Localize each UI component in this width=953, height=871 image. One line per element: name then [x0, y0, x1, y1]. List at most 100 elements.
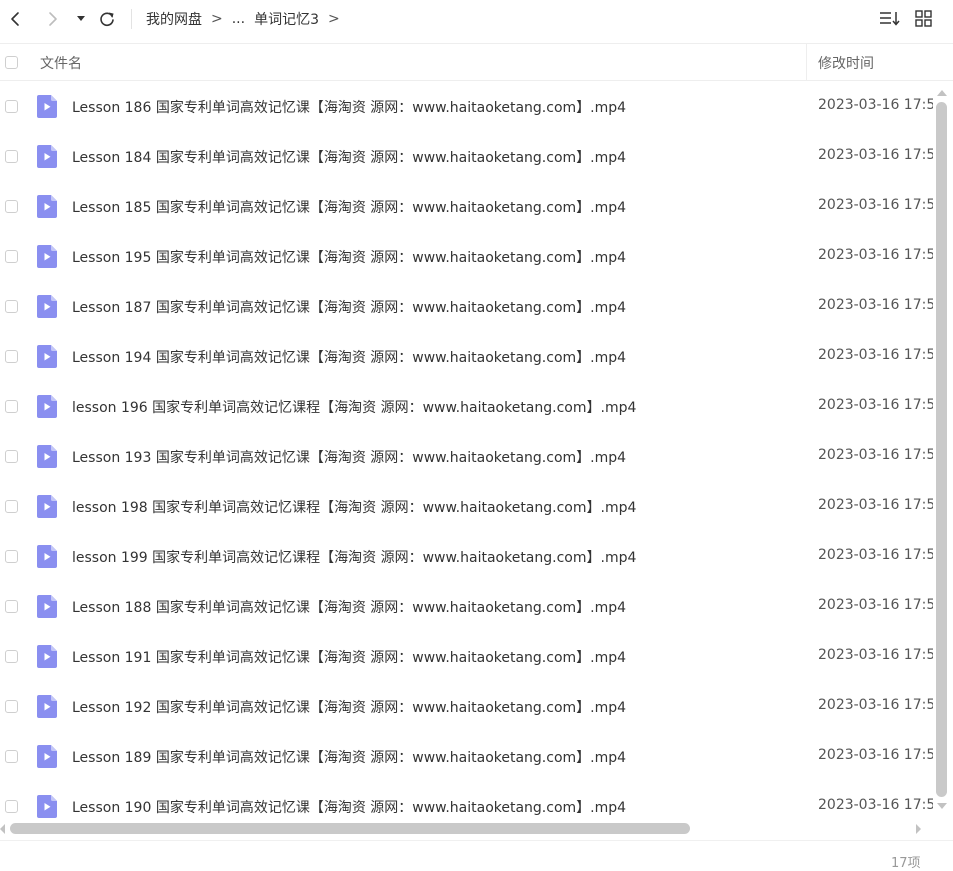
- file-name[interactable]: Lesson 185 国家专利单词高效记忆课【海淘资 源网：www.haitao…: [72, 197, 626, 217]
- back-button[interactable]: [6, 8, 24, 30]
- video-file-icon: [37, 395, 57, 418]
- status-bar: 17项: [0, 840, 953, 871]
- column-header-name[interactable]: 文件名: [40, 53, 82, 73]
- video-file-icon: [37, 795, 57, 818]
- row-checkbox[interactable]: [5, 500, 18, 513]
- file-modified-time: 2023-03-16 17:5: [818, 797, 933, 813]
- list-header: 文件名 修改时间: [0, 43, 953, 81]
- file-row[interactable]: Lesson 192 国家专利单词高效记忆课【海淘资 源网：www.haitao…: [0, 682, 933, 732]
- file-name[interactable]: lesson 199 国家专利单词高效记忆课程【海淘资 源网：www.haita…: [72, 547, 636, 567]
- file-name[interactable]: Lesson 188 国家专利单词高效记忆课【海淘资 源网：www.haitao…: [72, 597, 626, 617]
- scroll-up-arrow[interactable]: [937, 90, 947, 96]
- horizontal-scroll-thumb[interactable]: [10, 823, 690, 834]
- video-file-icon: [37, 445, 57, 468]
- breadcrumb-root[interactable]: 我的网盘: [146, 9, 202, 29]
- row-checkbox[interactable]: [5, 550, 18, 563]
- breadcrumb-current[interactable]: 单词记忆3: [254, 9, 319, 29]
- file-name[interactable]: Lesson 195 国家专利单词高效记忆课【海淘资 源网：www.haitao…: [72, 247, 626, 267]
- row-checkbox[interactable]: [5, 400, 18, 413]
- file-name[interactable]: Lesson 193 国家专利单词高效记忆课【海淘资 源网：www.haitao…: [72, 447, 626, 467]
- file-name[interactable]: lesson 198 国家专利单词高效记忆课程【海淘资 源网：www.haita…: [72, 497, 636, 517]
- row-checkbox[interactable]: [5, 200, 18, 213]
- file-modified-time: 2023-03-16 17:5: [818, 97, 933, 113]
- file-row[interactable]: Lesson 185 国家专利单词高效记忆课【海淘资 源网：www.haitao…: [0, 182, 933, 232]
- video-file-icon: [37, 595, 57, 618]
- row-checkbox[interactable]: [5, 700, 18, 713]
- vertical-scroll-thumb[interactable]: [936, 102, 947, 797]
- file-name[interactable]: Lesson 189 国家专利单词高效记忆课【海淘资 源网：www.haitao…: [72, 747, 626, 767]
- video-file-icon: [37, 745, 57, 768]
- file-row[interactable]: Lesson 184 国家专利单词高效记忆课【海淘资 源网：www.haitao…: [0, 132, 933, 182]
- file-modified-time: 2023-03-16 17:5: [818, 697, 933, 713]
- item-count: 17项: [891, 856, 921, 871]
- file-browser-window: 我的网盘 > ... 单词记忆3 > 文件名 修改时间 Lesson 186 国…: [0, 0, 953, 871]
- breadcrumb-ellipsis[interactable]: ...: [232, 11, 245, 27]
- row-checkbox[interactable]: [5, 650, 18, 663]
- file-modified-time: 2023-03-16 17:5: [818, 747, 933, 763]
- breadcrumb: 我的网盘 > ... 单词记忆3 >: [146, 9, 349, 29]
- file-name[interactable]: Lesson 184 国家专利单词高效记忆课【海淘资 源网：www.haitao…: [72, 147, 626, 167]
- file-row[interactable]: Lesson 186 国家专利单词高效记忆课【海淘资 源网：www.haitao…: [0, 82, 933, 132]
- row-checkbox[interactable]: [5, 800, 18, 813]
- scroll-right-arrow[interactable]: [916, 824, 921, 834]
- column-resize-handle[interactable]: [806, 44, 807, 81]
- file-modified-time: 2023-03-16 17:5: [818, 297, 933, 313]
- scroll-left-arrow[interactable]: [0, 824, 5, 834]
- row-checkbox[interactable]: [5, 750, 18, 763]
- row-checkbox[interactable]: [5, 250, 18, 263]
- chevron-right-icon: [49, 12, 57, 26]
- row-checkbox[interactable]: [5, 150, 18, 163]
- file-row[interactable]: Lesson 191 国家专利单词高效记忆课【海淘资 源网：www.haitao…: [0, 632, 933, 682]
- file-row[interactable]: lesson 198 国家专利单词高效记忆课程【海淘资 源网：www.haita…: [0, 482, 933, 532]
- file-row[interactable]: Lesson 194 国家专利单词高效记忆课【海淘资 源网：www.haitao…: [0, 332, 933, 382]
- breadcrumb-separator: >: [211, 11, 223, 27]
- video-file-icon: [37, 195, 57, 218]
- file-modified-time: 2023-03-16 17:5: [818, 197, 933, 213]
- file-row[interactable]: lesson 196 国家专利单词高效记忆课程【海淘资 源网：www.haita…: [0, 382, 933, 432]
- caret-down-icon: [77, 16, 85, 21]
- video-file-icon: [37, 495, 57, 518]
- file-name[interactable]: Lesson 187 国家专利单词高效记忆课【海淘资 源网：www.haitao…: [72, 297, 626, 317]
- horizontal-scrollbar[interactable]: [0, 820, 933, 838]
- view-mode-button[interactable]: [914, 9, 936, 31]
- file-row[interactable]: Lesson 187 国家专利单词高效记忆课【海淘资 源网：www.haitao…: [0, 282, 933, 332]
- history-dropdown-button[interactable]: [75, 8, 87, 30]
- toolbar-divider: [131, 9, 132, 29]
- refresh-button[interactable]: [97, 8, 117, 30]
- forward-button[interactable]: [44, 8, 62, 30]
- file-name[interactable]: lesson 196 国家专利单词高效记忆课程【海淘资 源网：www.haita…: [72, 397, 636, 417]
- select-all-checkbox[interactable]: [5, 56, 18, 69]
- video-file-icon: [37, 145, 57, 168]
- file-modified-time: 2023-03-16 17:5: [818, 247, 933, 263]
- row-checkbox[interactable]: [5, 350, 18, 363]
- file-row[interactable]: Lesson 190 国家专利单词高效记忆课【海淘资 源网：www.haitao…: [0, 782, 933, 820]
- file-name[interactable]: Lesson 186 国家专利单词高效记忆课【海淘资 源网：www.haitao…: [72, 97, 626, 117]
- file-modified-time: 2023-03-16 17:5: [818, 447, 933, 463]
- row-checkbox[interactable]: [5, 100, 18, 113]
- column-header-modified[interactable]: 修改时间: [818, 53, 874, 73]
- chevron-left-icon: [11, 12, 19, 26]
- scroll-down-arrow[interactable]: [937, 803, 947, 809]
- file-name[interactable]: Lesson 192 国家专利单词高效记忆课【海淘资 源网：www.haitao…: [72, 697, 626, 717]
- file-modified-time: 2023-03-16 17:5: [818, 147, 933, 163]
- file-row[interactable]: lesson 199 国家专利单词高效记忆课程【海淘资 源网：www.haita…: [0, 532, 933, 582]
- file-name[interactable]: Lesson 190 国家专利单词高效记忆课【海淘资 源网：www.haitao…: [72, 797, 626, 817]
- file-modified-time: 2023-03-16 17:5: [818, 547, 933, 563]
- file-row[interactable]: Lesson 193 国家专利单词高效记忆课【海淘资 源网：www.haitao…: [0, 432, 933, 482]
- file-row[interactable]: Lesson 189 国家专利单词高效记忆课【海淘资 源网：www.haitao…: [0, 732, 933, 782]
- file-row[interactable]: Lesson 188 国家专利单词高效记忆课【海淘资 源网：www.haitao…: [0, 582, 933, 632]
- grid-view-icon: [915, 10, 932, 27]
- file-name[interactable]: Lesson 191 国家专利单词高效记忆课【海淘资 源网：www.haitao…: [72, 647, 626, 667]
- video-file-icon: [37, 545, 57, 568]
- breadcrumb-trailing-separator[interactable]: >: [328, 11, 340, 27]
- row-checkbox[interactable]: [5, 300, 18, 313]
- row-checkbox[interactable]: [5, 450, 18, 463]
- file-name[interactable]: Lesson 194 国家专利单词高效记忆课【海淘资 源网：www.haitao…: [72, 347, 626, 367]
- sort-button[interactable]: [878, 9, 902, 31]
- file-modified-time: 2023-03-16 17:5: [818, 347, 933, 363]
- file-modified-time: 2023-03-16 17:5: [818, 497, 933, 513]
- vertical-scrollbar[interactable]: [933, 82, 953, 820]
- video-file-icon: [37, 645, 57, 668]
- row-checkbox[interactable]: [5, 600, 18, 613]
- file-row[interactable]: Lesson 195 国家专利单词高效记忆课【海淘资 源网：www.haitao…: [0, 232, 933, 282]
